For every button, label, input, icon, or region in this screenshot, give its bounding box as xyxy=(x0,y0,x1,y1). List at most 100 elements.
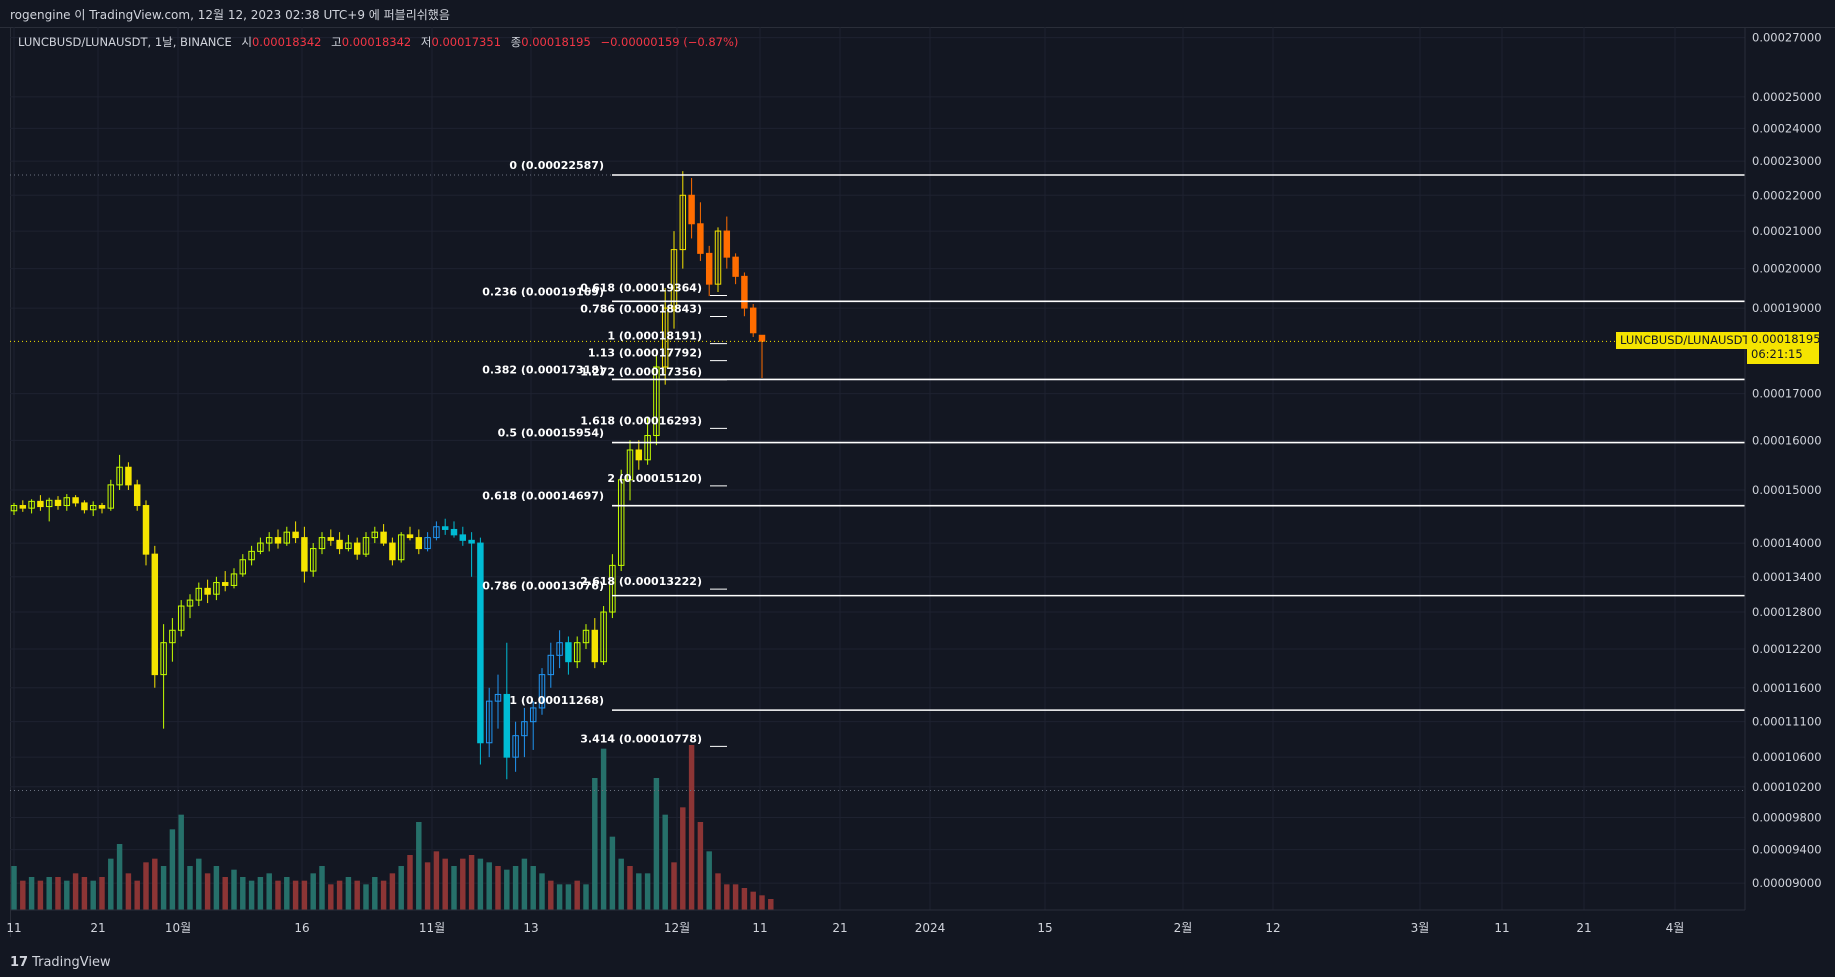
volume-bar xyxy=(46,877,52,910)
candle-body xyxy=(732,256,739,277)
candle-body xyxy=(705,252,713,285)
volume-bar xyxy=(275,880,281,910)
candle-body xyxy=(723,230,731,258)
candle-body xyxy=(72,497,79,504)
time-tick-label: 21 xyxy=(90,921,105,935)
candle-body xyxy=(380,531,387,544)
volume-bar xyxy=(715,873,721,910)
volume-bar xyxy=(407,855,413,910)
volume-bar xyxy=(548,880,554,910)
volume-bar xyxy=(160,866,167,910)
fib-extension-label: 1.13 (0.00017792) xyxy=(588,347,702,360)
candle-body xyxy=(133,484,141,507)
candle-body xyxy=(749,307,757,334)
volume-bar xyxy=(636,873,642,910)
price-tick-label: 0.00017000 xyxy=(1752,387,1822,401)
volume-bar xyxy=(336,880,343,910)
candle-body xyxy=(204,587,211,595)
volume-bar xyxy=(627,866,633,910)
volume-bar xyxy=(380,880,387,910)
candle-body xyxy=(98,505,106,509)
candle-body xyxy=(688,194,695,225)
volume-bar xyxy=(292,880,299,910)
candle-body xyxy=(441,526,449,530)
volume-bar xyxy=(680,807,686,910)
volume-bar xyxy=(310,873,316,910)
time-tick-label: 12월 xyxy=(664,921,690,935)
fib-extension-label: 1 (0.00018191) xyxy=(607,330,702,343)
fib-extension-label: 1.272 (0.00017356) xyxy=(580,366,702,379)
price-tick-label: 0.00013400 xyxy=(1752,570,1822,584)
fib-retracement-label: 0.618 (0.00014697) xyxy=(482,490,604,503)
volume-bar xyxy=(662,814,668,910)
candle-body xyxy=(301,537,308,572)
price-tick-label: 0.00010600 xyxy=(1752,750,1822,764)
candle-body xyxy=(758,334,766,342)
volume-bar xyxy=(222,877,228,910)
fib-retracement-label: 0 (0.00022587) xyxy=(509,159,604,172)
volume-bar xyxy=(759,895,765,910)
time-axis: 11 21 10월 16 11월 13 12월 11 21 2024 15 2월 12 3월 11 21 4월 xyxy=(6,909,1745,935)
volume-bar xyxy=(99,877,105,910)
time-tick-label: 21 xyxy=(832,921,847,935)
candle-body xyxy=(151,553,159,676)
time-tick-label: 2024 xyxy=(915,921,946,935)
candle-body xyxy=(274,537,282,544)
candle-body xyxy=(54,499,62,507)
volume-bar xyxy=(451,866,457,910)
volume-bar xyxy=(468,855,475,910)
volume-bar xyxy=(213,866,220,910)
candle-body xyxy=(565,642,572,663)
volume-bar xyxy=(178,814,184,910)
price-tick-label: 0.00011600 xyxy=(1752,681,1822,695)
legend-symbol: LUNCBUSD/LUNAUSDT, 1날, BINANCE xyxy=(18,35,232,49)
volume-bar xyxy=(363,884,369,910)
candle-body xyxy=(142,505,150,555)
price-tick-label: 0.00025000 xyxy=(1752,90,1822,104)
volume-bar xyxy=(724,884,730,910)
volume-bar xyxy=(108,858,114,910)
time-tick-label: 12 xyxy=(1265,921,1280,935)
price-axis: 0.00027000 0.00025000 0.00024000 0.00023000… xyxy=(1744,27,1822,910)
time-tick-label: 13 xyxy=(523,921,538,935)
symbol-legend[interactable]: LUNCBUSD/LUNAUSDT, 1날, BINANCE 시0.000183… xyxy=(18,34,738,50)
volume-bar xyxy=(750,891,756,910)
volume-bar xyxy=(248,880,255,910)
volume-bar xyxy=(301,880,308,910)
candle-body xyxy=(292,531,299,539)
volume-bar xyxy=(187,866,193,910)
tradingview-brand[interactable]: 17 TradingView xyxy=(10,955,111,970)
price-tick-label: 0.00009400 xyxy=(1752,843,1822,857)
price-tick-label: 0.00020000 xyxy=(1752,262,1822,276)
volume-bar xyxy=(134,880,140,910)
price-tick-label: 0.00011100 xyxy=(1752,715,1822,729)
last-price-value: 0.00018195 xyxy=(1751,332,1821,347)
price-tick-label: 0.00027000 xyxy=(1752,31,1822,45)
price-chart[interactable]: 0 (0.00022587)0.236 (0.00019169)0.382 (0… xyxy=(0,0,1835,948)
candle-body xyxy=(741,275,748,309)
volume-bar xyxy=(354,880,360,910)
candle-body xyxy=(19,505,27,509)
candle-body xyxy=(125,466,132,486)
price-tick-label: 0.00021000 xyxy=(1752,224,1822,238)
volume-bar xyxy=(64,880,70,910)
time-tick-label: 3월 xyxy=(1411,921,1430,935)
volume-bar xyxy=(20,880,26,910)
fib-extension-label: 2.618 (0.00013222) xyxy=(580,575,702,588)
volume-bar xyxy=(55,877,61,910)
volume-bar xyxy=(574,880,580,910)
legend-close-label: 종 xyxy=(510,35,522,49)
brand-name: TradingView xyxy=(32,955,111,970)
volume-bar xyxy=(284,877,290,910)
bar-countdown: 06:21:15 xyxy=(1751,347,1803,362)
volume-bar xyxy=(231,869,237,910)
time-tick-label: 11 xyxy=(752,921,767,935)
candle-body xyxy=(221,582,229,586)
volume-bar xyxy=(460,858,466,910)
time-tick-label: 21 xyxy=(1576,921,1591,935)
candle-body xyxy=(477,542,484,744)
fib-retracement-label: 1 (0.00011268) xyxy=(509,694,604,707)
price-tick-label: 0.00015000 xyxy=(1752,483,1822,497)
volume-bar xyxy=(688,745,695,910)
candle-body xyxy=(468,539,475,544)
